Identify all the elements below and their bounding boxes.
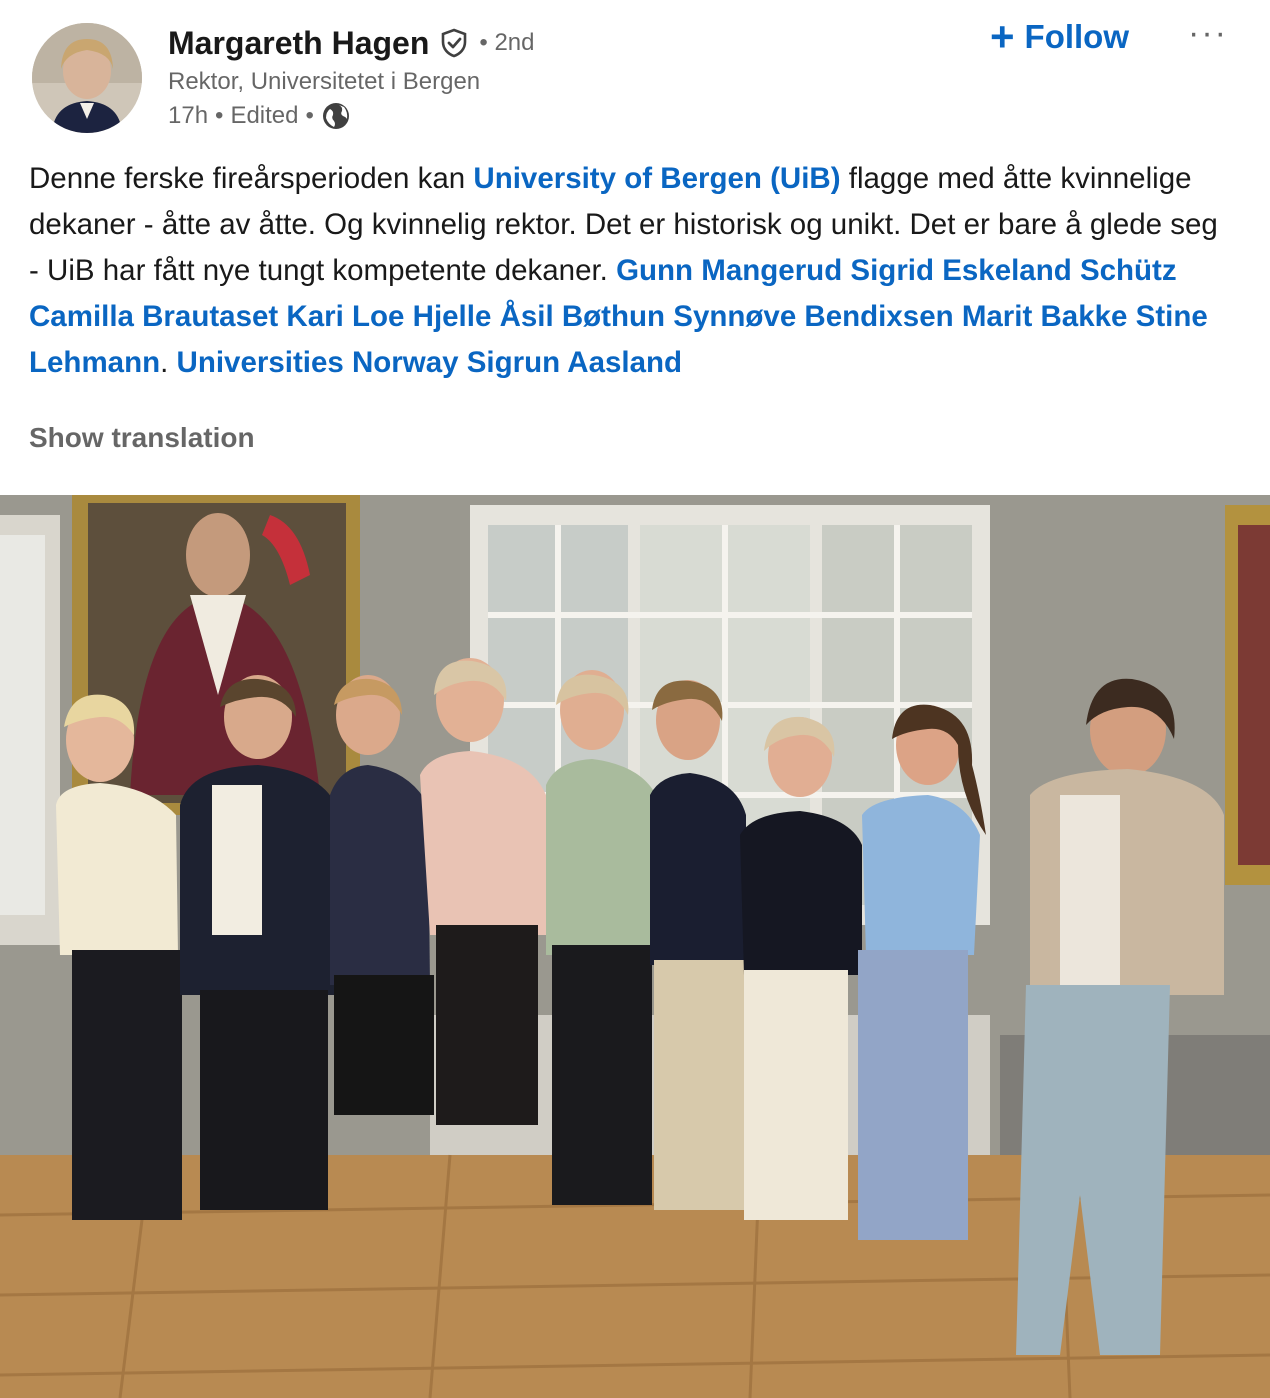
post-meta: 17h • Edited • xyxy=(168,98,535,134)
globe-icon xyxy=(321,101,351,131)
follow-label: Follow xyxy=(1024,18,1130,55)
plus-icon: + xyxy=(990,13,1015,60)
mention-kari-loe-hjelle[interactable]: Kari Loe Hjelle xyxy=(286,300,491,333)
post-commentary: Denne ferske fireårsperioden kan Univers… xyxy=(29,156,1234,386)
commentary-text xyxy=(954,300,962,333)
mention-universities-norway[interactable]: Universities Norway xyxy=(177,346,459,379)
name-row: Margareth Hagen • 2nd xyxy=(168,22,535,64)
commentary-text xyxy=(1127,300,1135,333)
post-time: 17h xyxy=(168,102,209,129)
commentary-text xyxy=(459,346,467,379)
ellipsis-icon[interactable]: ··· xyxy=(1188,14,1228,53)
commentary-text xyxy=(491,300,499,333)
group-photo xyxy=(0,495,1270,1398)
mention-synnove-bendixsen[interactable]: Synnøve Bendixsen xyxy=(673,300,953,333)
mention-sigrid-eskeland-schutz[interactable]: Sigrid Eskeland Schütz xyxy=(850,254,1176,287)
mention-sigrun-aasland[interactable]: Sigrun Aasland xyxy=(467,346,682,379)
edited-label: Edited xyxy=(230,102,299,129)
author-avatar[interactable] xyxy=(32,23,142,133)
commentary-text: Denne ferske fireårsperioden kan xyxy=(29,162,474,195)
mention-gunn-mangerud[interactable]: Gunn Mangerud xyxy=(616,254,842,287)
commentary-text: . xyxy=(160,346,177,379)
author-name[interactable]: Margareth Hagen xyxy=(168,25,429,62)
show-translation-button[interactable]: Show translation xyxy=(29,422,255,454)
mention-asil-bothun[interactable]: Åsil Bøthun xyxy=(500,300,666,333)
post-image[interactable] xyxy=(0,495,1270,1398)
connection-degree: • 2nd xyxy=(479,29,535,56)
mention-marit-bakke[interactable]: Marit Bakke xyxy=(962,300,1128,333)
author-headline: Rektor, Universitetet i Bergen xyxy=(168,68,481,95)
meta-separator: • xyxy=(215,102,224,129)
mention-camilla-brautaset[interactable]: Camilla Brautaset xyxy=(29,300,278,333)
feed-post: Margareth Hagen • 2nd Rektor, Universite… xyxy=(0,0,1270,1398)
mention-uib[interactable]: University of Bergen (UiB) xyxy=(473,162,840,195)
follow-button[interactable]: + Follow xyxy=(990,16,1129,58)
meta-separator: • xyxy=(305,102,314,129)
post-actor: Margareth Hagen • 2nd Rektor, Universite… xyxy=(168,22,535,134)
verified-shield-icon xyxy=(439,28,469,58)
